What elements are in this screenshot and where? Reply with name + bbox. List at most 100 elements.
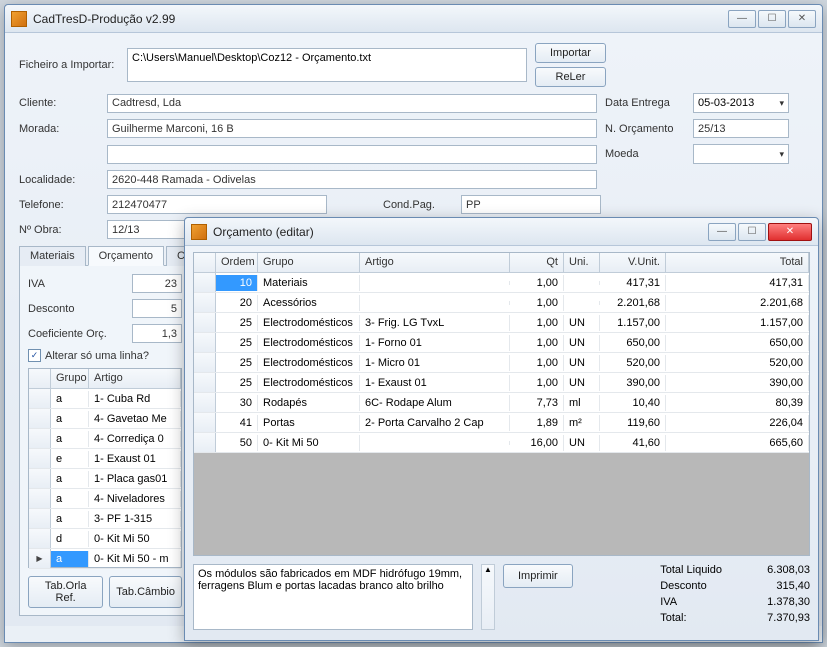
import-button[interactable]: Importar	[535, 43, 606, 63]
table-row[interactable]: a1- Placa gas01	[29, 469, 181, 489]
og-header-qt[interactable]: Qt	[510, 253, 564, 272]
orc-close-button[interactable]: ✕	[768, 223, 812, 241]
iva-input[interactable]	[132, 274, 182, 293]
cell-artigo[interactable]: 0- Kit Mi 50 - m	[89, 551, 181, 567]
table-row[interactable]: e1- Exaust 01	[29, 449, 181, 469]
row-selector-icon[interactable]	[194, 293, 216, 312]
cell-qt[interactable]: 16,00	[510, 435, 564, 451]
condpag-input[interactable]	[461, 195, 601, 214]
table-row[interactable]: 500- Kit Mi 5016,00UN41,60665,60	[194, 433, 809, 453]
close-button[interactable]: ✕	[788, 10, 816, 28]
cell-grupo[interactable]: e	[51, 451, 89, 467]
tab-orcamento[interactable]: Orçamento	[88, 246, 164, 266]
alterar-checkbox[interactable]: ✓	[28, 349, 41, 362]
tab-materiais[interactable]: Materiais	[19, 246, 86, 266]
cell-vunit[interactable]: 520,00	[600, 355, 666, 371]
cell-vunit[interactable]: 41,60	[600, 435, 666, 451]
table-row[interactable]: 25Electrodomésticos1- Exaust 011,00UN390…	[194, 373, 809, 393]
cell-artigo[interactable]: 2- Porta Carvalho 2 Cap	[360, 415, 510, 431]
row-selector-icon[interactable]	[29, 549, 51, 568]
row-selector-icon[interactable]	[29, 529, 51, 548]
cell-grupo[interactable]: Materiais	[258, 275, 360, 291]
cell-vunit[interactable]: 650,00	[600, 335, 666, 351]
tab-cambio-button[interactable]: Tab.Câmbio	[109, 576, 182, 608]
cell-ordem[interactable]: 10	[216, 275, 258, 291]
row-selector-icon[interactable]	[194, 373, 216, 392]
cell-artigo[interactable]: 1- Exaust 01	[89, 451, 181, 467]
lg-header-grupo[interactable]: Grupo	[51, 369, 89, 388]
cell-total[interactable]: 2.201,68	[666, 295, 809, 311]
cell-vunit[interactable]: 10,40	[600, 395, 666, 411]
data-entrega-select[interactable]: 05-03-2013	[693, 93, 789, 113]
cell-qt[interactable]: 1,00	[510, 355, 564, 371]
row-selector-icon[interactable]	[29, 409, 51, 428]
orc-minimize-button[interactable]: —	[708, 223, 736, 241]
cell-qt[interactable]: 1,00	[510, 295, 564, 311]
row-selector-icon[interactable]	[194, 393, 216, 412]
cell-grupo[interactable]: a	[51, 431, 89, 447]
cell-artigo[interactable]: 1- Forno 01	[360, 335, 510, 351]
cell-grupo[interactable]: d	[51, 531, 89, 547]
desconto-input[interactable]	[132, 299, 182, 318]
cell-uni[interactable]	[564, 281, 600, 285]
row-selector-icon[interactable]	[194, 273, 216, 292]
cell-grupo[interactable]: a	[51, 491, 89, 507]
lg-header-artigo[interactable]: Artigo	[89, 369, 181, 388]
og-header-artigo[interactable]: Artigo	[360, 253, 510, 272]
row-selector-icon[interactable]	[29, 449, 51, 468]
table-row[interactable]: 30Rodapés6C- Rodape Alum7,73ml10,4080,39	[194, 393, 809, 413]
table-row[interactable]: a0- Kit Mi 50 - m	[29, 549, 181, 569]
table-row[interactable]: 41Portas2- Porta Carvalho 2 Cap1,89m²119…	[194, 413, 809, 433]
og-header-ordem[interactable]: Ordem	[216, 253, 258, 272]
cell-ordem[interactable]: 50	[216, 435, 258, 451]
morada2-input[interactable]	[107, 145, 597, 164]
cell-artigo[interactable]: 4- Corrediça 0	[89, 431, 181, 447]
cell-uni[interactable]: ml	[564, 395, 600, 411]
cell-artigo[interactable]: 3- PF 1-315	[89, 511, 181, 527]
table-row[interactable]: 25Electrodomésticos1- Micro 011,00UN520,…	[194, 353, 809, 373]
cell-uni[interactable]: UN	[564, 355, 600, 371]
cell-total[interactable]: 390,00	[666, 375, 809, 391]
cell-total[interactable]: 226,04	[666, 415, 809, 431]
cell-ordem[interactable]: 20	[216, 295, 258, 311]
cell-qt[interactable]: 1,00	[510, 275, 564, 291]
cell-qt[interactable]: 1,00	[510, 375, 564, 391]
cell-uni[interactable]: UN	[564, 315, 600, 331]
cell-grupo[interactable]: Electrodomésticos	[258, 375, 360, 391]
cell-ordem[interactable]: 30	[216, 395, 258, 411]
cell-qt[interactable]: 1,00	[510, 335, 564, 351]
cell-vunit[interactable]: 390,00	[600, 375, 666, 391]
cell-vunit[interactable]: 417,31	[600, 275, 666, 291]
row-selector-icon[interactable]	[194, 333, 216, 352]
localidade-input[interactable]	[107, 170, 597, 189]
cell-ordem[interactable]: 25	[216, 355, 258, 371]
cell-total[interactable]: 80,39	[666, 395, 809, 411]
left-grid[interactable]: Grupo Artigo a1- Cuba Rda4- Gavetao Mea4…	[28, 368, 182, 568]
cell-grupo[interactable]: Acessórios	[258, 295, 360, 311]
cell-uni[interactable]	[564, 301, 600, 305]
cell-total[interactable]: 417,31	[666, 275, 809, 291]
cell-artigo[interactable]: 1- Cuba Rd	[89, 391, 181, 407]
cell-grupo[interactable]: Electrodomésticos	[258, 335, 360, 351]
og-header-uni[interactable]: Uni.	[564, 253, 600, 272]
row-selector-icon[interactable]	[29, 509, 51, 528]
og-header-vunit[interactable]: V.Unit.	[600, 253, 666, 272]
cell-artigo[interactable]: 1- Placa gas01	[89, 471, 181, 487]
cell-grupo[interactable]: Portas	[258, 415, 360, 431]
cell-grupo[interactable]: a	[51, 551, 89, 567]
notes-scroll-up-icon[interactable]: ▲	[481, 564, 495, 630]
table-row[interactable]: a4- Corrediça 0	[29, 429, 181, 449]
cell-ordem[interactable]: 25	[216, 375, 258, 391]
cell-total[interactable]: 665,60	[666, 435, 809, 451]
row-selector-icon[interactable]	[29, 429, 51, 448]
og-header-total[interactable]: Total	[666, 253, 809, 272]
orc-maximize-button[interactable]: ☐	[738, 223, 766, 241]
cell-artigo[interactable]: 4- Gavetao Me	[89, 411, 181, 427]
table-row[interactable]: a1- Cuba Rd	[29, 389, 181, 409]
cell-grupo[interactable]: Electrodomésticos	[258, 355, 360, 371]
orc-grid[interactable]: Ordem Grupo Artigo Qt Uni. V.Unit. Total…	[193, 252, 810, 556]
cell-artigo[interactable]: 4- Niveladores	[89, 491, 181, 507]
cell-qt[interactable]: 1,89	[510, 415, 564, 431]
cell-ordem[interactable]: 25	[216, 335, 258, 351]
cell-total[interactable]: 520,00	[666, 355, 809, 371]
